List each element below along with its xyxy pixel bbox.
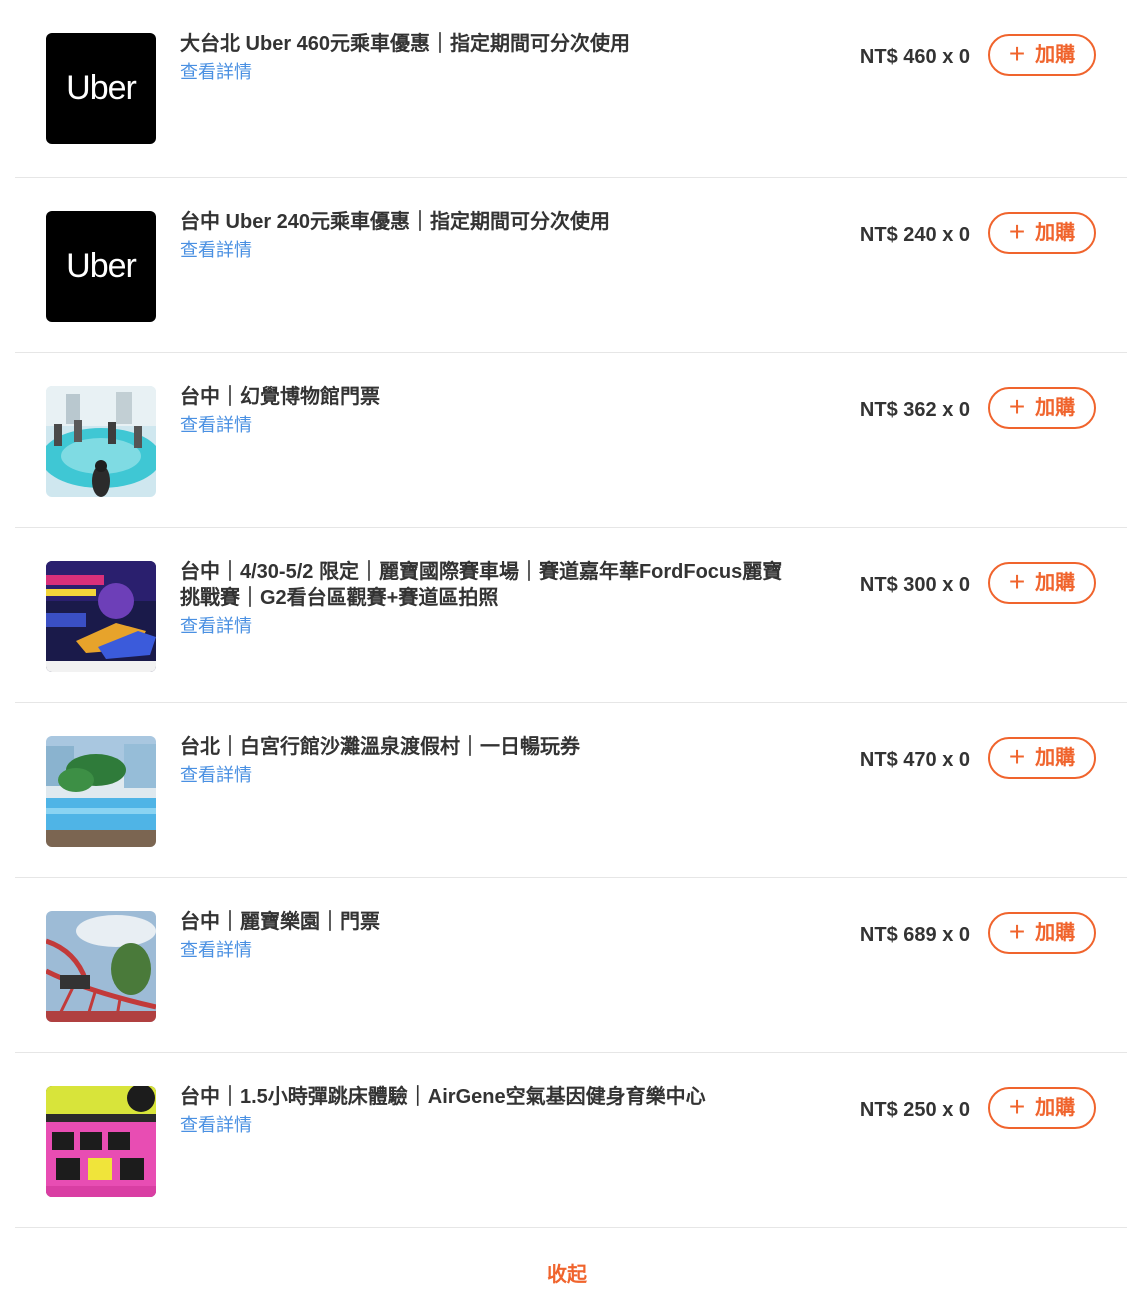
add-purchase-button[interactable]: + 加購 (988, 737, 1096, 779)
add-purchase-button[interactable]: + 加購 (988, 1087, 1096, 1129)
list-item: 台中｜麗寶樂園｜門票 查看詳情 NT$ 689 x 0 + 加購 (15, 878, 1127, 1053)
add-purchase-label: 加購 (1035, 747, 1076, 769)
plus-icon: + (1008, 740, 1026, 772)
item-title: 台中｜幻覺博物館門票 (180, 386, 380, 408)
item-price: NT$ 300 x 0 (859, 574, 970, 596)
roller-coaster-photo (46, 911, 156, 1022)
item-info: 台中 Uber 240元乘車優惠｜指定期間可分次使用 查看詳情 (180, 209, 790, 262)
item-info: 台中｜幻覺博物館門票 查看詳情 (180, 384, 790, 437)
list-item: 台中｜4/30-5/2 限定｜麗寶國際賽車場｜賽道嘉年華FordFocus麗寶挑… (15, 528, 1127, 703)
item-title: 台中 Uber 240元乘車優惠｜指定期間可分次使用 (180, 211, 611, 233)
add-purchase-button[interactable]: + 加購 (988, 562, 1096, 604)
list-item: Uber 大台北 Uber 460元乘車優惠｜指定期間可分次使用 查看詳情 NT… (15, 0, 1127, 178)
add-purchase-label: 加購 (1035, 222, 1076, 244)
item-price: NT$ 470 x 0 (859, 749, 970, 771)
item-price: NT$ 240 x 0 (859, 224, 970, 246)
view-details-link[interactable]: 查看詳情 (180, 763, 252, 787)
addon-product-list: Uber 大台北 Uber 460元乘車優惠｜指定期間可分次使用 查看詳情 NT… (15, 0, 1127, 1228)
list-item: Uber 台中 Uber 240元乘車優惠｜指定期間可分次使用 查看詳情 NT$… (15, 178, 1127, 353)
plus-icon: + (1008, 915, 1026, 947)
add-purchase-label: 加購 (1035, 572, 1076, 594)
trampoline-park-photo (46, 1086, 156, 1197)
item-title: 台北｜白宮行館沙灘溫泉渡假村｜一日暢玩券 (180, 736, 580, 758)
view-details-link[interactable]: 查看詳情 (180, 938, 252, 962)
item-title: 大台北 Uber 460元乘車優惠｜指定期間可分次使用 (180, 33, 631, 55)
add-purchase-button[interactable]: + 加購 (988, 912, 1096, 954)
list-item: 台中｜幻覺博物館門票 查看詳情 NT$ 362 x 0 + 加購 (15, 353, 1127, 528)
item-info: 台中｜4/30-5/2 限定｜麗寶國際賽車場｜賽道嘉年華FordFocus麗寶挑… (180, 559, 790, 638)
plus-icon: + (1008, 390, 1026, 422)
plus-icon: + (1008, 37, 1026, 69)
list-item: 台北｜白宮行館沙灘溫泉渡假村｜一日暢玩券 查看詳情 NT$ 470 x 0 + … (15, 703, 1127, 878)
add-purchase-button[interactable]: + 加購 (988, 34, 1096, 76)
view-details-link[interactable]: 查看詳情 (180, 413, 252, 437)
item-info: 台中｜麗寶樂園｜門票 查看詳情 (180, 909, 790, 962)
collapse-button[interactable]: 收起 (0, 1262, 1134, 1288)
plus-icon: + (1008, 1090, 1026, 1122)
view-details-link[interactable]: 查看詳情 (180, 60, 252, 84)
item-info: 大台北 Uber 460元乘車優惠｜指定期間可分次使用 查看詳情 (180, 31, 790, 84)
add-purchase-label: 加購 (1035, 1097, 1076, 1119)
item-title: 台中｜1.5小時彈跳床體驗｜AirGene空氣基因健身育樂中心 (180, 1086, 706, 1108)
view-details-link[interactable]: 查看詳情 (180, 238, 252, 262)
resort-pool-photo (46, 736, 156, 847)
view-details-link[interactable]: 查看詳情 (180, 614, 252, 638)
plus-icon: + (1008, 565, 1026, 597)
race-carnival-poster (46, 561, 156, 672)
add-purchase-button[interactable]: + 加購 (988, 387, 1096, 429)
uber-logo-text: Uber (66, 69, 137, 107)
item-info: 台中｜1.5小時彈跳床體驗｜AirGene空氣基因健身育樂中心 查看詳情 (180, 1084, 790, 1137)
illusion-museum-photo (46, 386, 156, 497)
add-purchase-label: 加購 (1035, 44, 1076, 66)
add-purchase-label: 加購 (1035, 397, 1076, 419)
item-price: NT$ 689 x 0 (859, 924, 970, 946)
item-title: 台中｜麗寶樂園｜門票 (180, 911, 380, 933)
item-price: NT$ 250 x 0 (859, 1099, 970, 1121)
item-title: 台中｜4/30-5/2 限定｜麗寶國際賽車場｜賽道嘉年華FordFocus麗寶挑… (180, 561, 783, 609)
add-purchase-button[interactable]: + 加購 (988, 212, 1096, 254)
uber-logo-image: Uber (46, 211, 156, 322)
item-price: NT$ 460 x 0 (859, 46, 970, 68)
view-details-link[interactable]: 查看詳情 (180, 1113, 252, 1137)
add-purchase-label: 加購 (1035, 922, 1076, 944)
uber-logo-image: Uber (46, 33, 156, 144)
plus-icon: + (1008, 215, 1026, 247)
item-info: 台北｜白宮行館沙灘溫泉渡假村｜一日暢玩券 查看詳情 (180, 734, 790, 787)
uber-logo-text: Uber (66, 247, 137, 285)
list-item: 台中｜1.5小時彈跳床體驗｜AirGene空氣基因健身育樂中心 查看詳情 NT$… (15, 1053, 1127, 1228)
item-price: NT$ 362 x 0 (859, 399, 970, 421)
